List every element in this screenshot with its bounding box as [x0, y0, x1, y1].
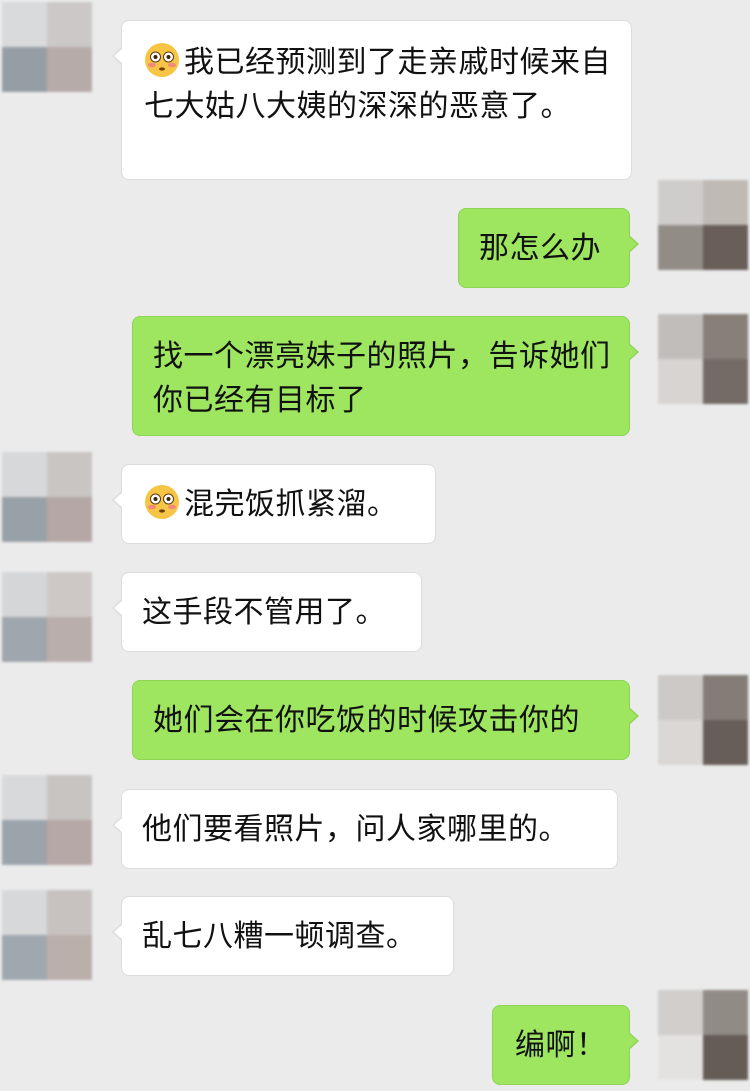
message-text: 他们要看照片，问人家哪里的。 [142, 812, 569, 847]
message-text: 那怎么办 [479, 231, 601, 266]
message-outgoing: 找一个漂亮妹子的照片，告诉她们你已经有目标了 [0, 270, 750, 440]
avatar[interactable] [2, 890, 92, 980]
avatar[interactable] [658, 180, 748, 270]
message-outgoing: 编啊！ [0, 990, 750, 1091]
message-bubble[interactable]: 他们要看照片，问人家哪里的。 [112, 789, 618, 869]
message-bubble[interactable]: 编啊！ [492, 1005, 639, 1085]
avatar[interactable] [2, 2, 92, 92]
message-bubble[interactable]: 混完饭抓紧溜。 [112, 464, 436, 544]
message-text: 编啊！ [515, 1028, 607, 1063]
message-incoming: 他们要看照片，问人家哪里的。 [0, 775, 750, 885]
chat-area: 我已经预测到了走亲戚时候来自七大姑八大姨的深深的恶意了。 那怎么办 找一个漂亮妹… [0, 0, 750, 1091]
message-incoming: 我已经预测到了走亲戚时候来自七大姑八大姨的深深的恶意了。 [0, 0, 750, 190]
message-bubble[interactable]: 乱七八糟一顿调查。 [112, 896, 454, 976]
message-text: 这手段不管用了。 [142, 595, 386, 630]
avatar[interactable] [2, 572, 92, 662]
message-bubble[interactable]: 她们会在你吃饭的时候攻击你的 [132, 680, 639, 760]
avatar[interactable] [658, 675, 748, 765]
message-incoming: 混完饭抓紧溜。 [0, 450, 750, 560]
avatar[interactable] [2, 775, 92, 865]
message-bubble[interactable]: 找一个漂亮妹子的照片，告诉她们你已经有目标了 [132, 316, 639, 436]
message-outgoing: 她们会在你吃饭的时候攻击你的 [0, 670, 750, 780]
avatar[interactable] [2, 452, 92, 542]
message-text: 混完饭抓紧溜。 [184, 487, 398, 522]
avatar[interactable] [658, 990, 748, 1080]
message-text: 找一个漂亮妹子的照片，告诉她们你已经有目标了 [153, 339, 611, 418]
flushed-face-icon [145, 485, 179, 519]
message-text: 我已经预测到了走亲戚时候来自七大姑八大姨的深深的恶意了。 [144, 45, 611, 124]
avatar[interactable] [658, 314, 748, 404]
message-bubble[interactable]: 我已经预测到了走亲戚时候来自七大姑八大姨的深深的恶意了。 [112, 20, 632, 180]
flushed-face-icon [145, 43, 179, 77]
message-incoming: 乱七八糟一顿调查。 [0, 885, 750, 995]
message-text: 她们会在你吃饭的时候攻击你的 [153, 703, 580, 738]
message-incoming: 这手段不管用了。 [0, 560, 750, 670]
message-bubble[interactable]: 这手段不管用了。 [112, 572, 422, 652]
message-text: 乱七八糟一顿调查。 [142, 919, 417, 954]
